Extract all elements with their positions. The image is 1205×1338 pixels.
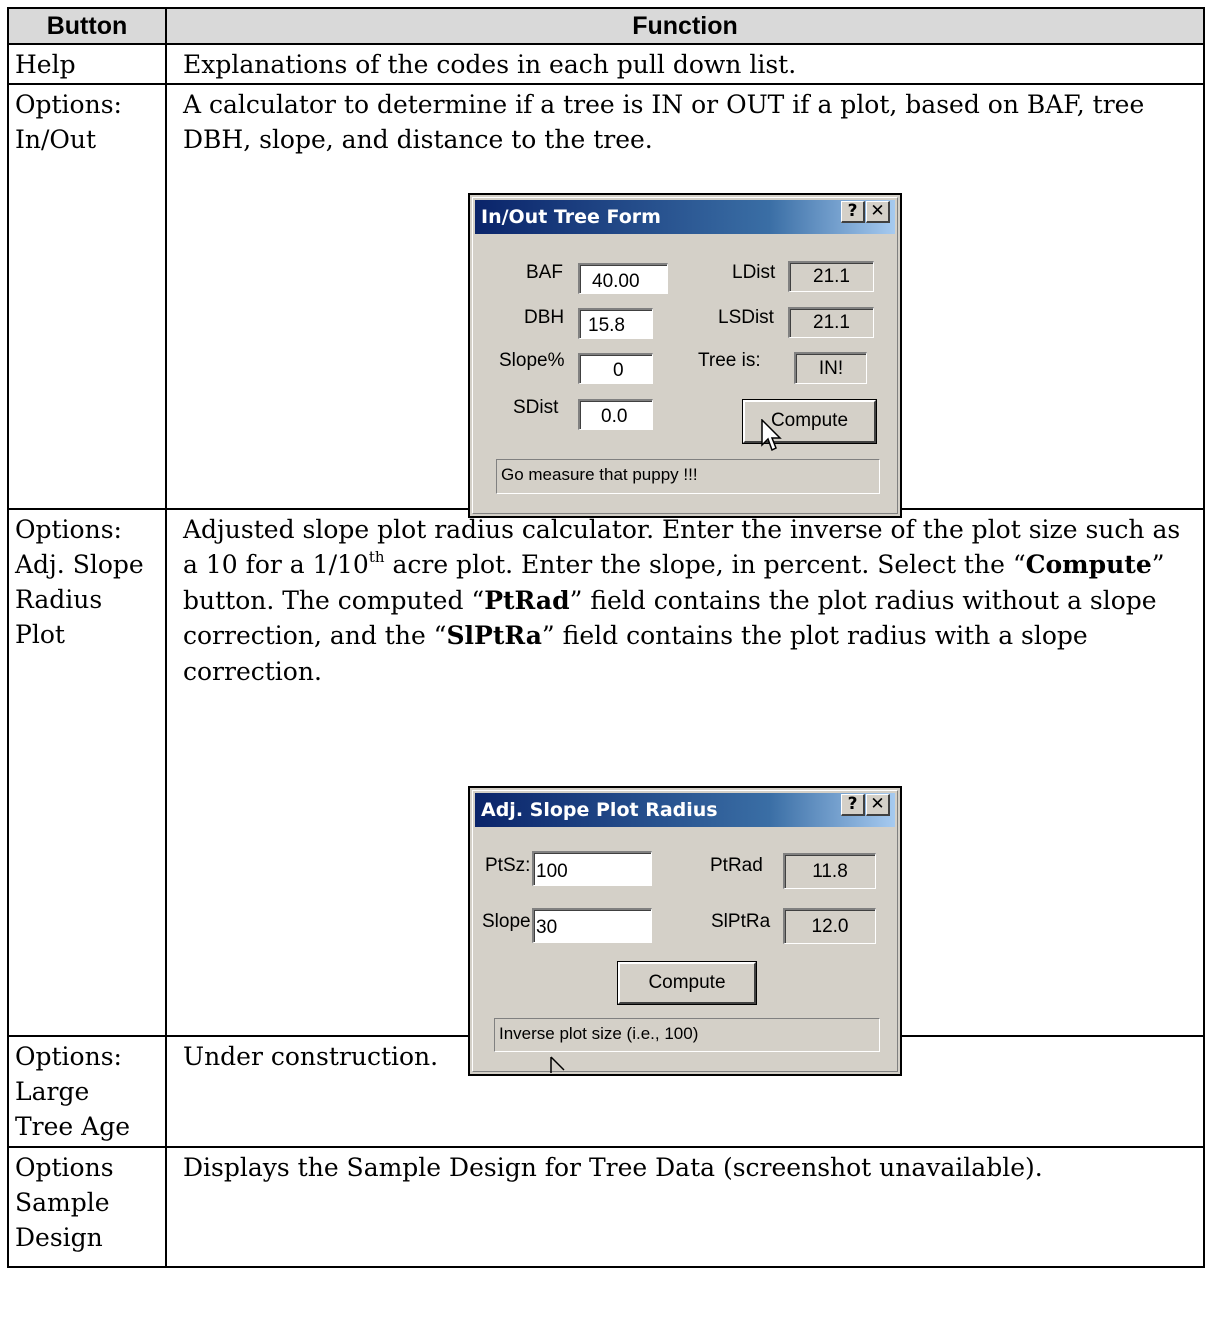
ptsz-field[interactable]: 100 bbox=[532, 851, 652, 886]
lsdist-label: LSDist bbox=[718, 307, 774, 328]
dialog-title-bar: In/Out Tree Form bbox=[475, 200, 895, 234]
button-cell: Options: In/Out bbox=[7, 82, 167, 510]
table-header-row: Button Function bbox=[7, 7, 1205, 45]
ldist-value: 21.1 bbox=[788, 261, 874, 292]
button-cell: Options Sample Design bbox=[7, 1145, 167, 1268]
adj-slope-plot-radius-dialog: Adj. Slope Plot Radius ? ✕ PtSz: 100 Slo… bbox=[468, 786, 902, 1076]
table-row: Help Explanations of the codes in each p… bbox=[7, 43, 1205, 85]
close-icon[interactable]: ✕ bbox=[866, 794, 890, 816]
close-icon[interactable]: ✕ bbox=[866, 201, 890, 223]
function-cell: Displays the Sample Design for Tree Data… bbox=[165, 1145, 1205, 1268]
slptra-value: 12.0 bbox=[783, 908, 876, 944]
help-icon[interactable]: ? bbox=[841, 201, 865, 223]
dialog-title: Adj. Slope Plot Radius bbox=[481, 799, 718, 821]
button-cell: Options: Large Tree Age bbox=[7, 1034, 167, 1148]
lsdist-value: 21.1 bbox=[788, 307, 874, 338]
function-cell: Explanations of the codes in each pull d… bbox=[165, 43, 1205, 85]
button-name-line: Design bbox=[15, 1222, 103, 1252]
sdist-field[interactable]: 0.0 bbox=[578, 399, 653, 430]
function-text: Adjusted slope plot radius calculator. E… bbox=[183, 514, 1181, 686]
table-row: Options Sample Design Displays the Sampl… bbox=[7, 1145, 1205, 1268]
slope-percent-label: Slope% bbox=[499, 350, 565, 371]
button-name-line: In/Out bbox=[15, 124, 97, 154]
compute-button[interactable]: Compute bbox=[618, 962, 756, 1004]
status-bar: Inverse plot size (i.e., 100) bbox=[494, 1018, 880, 1052]
help-icon[interactable]: ? bbox=[841, 794, 865, 816]
status-bar: Go measure that puppy !!! bbox=[496, 459, 880, 494]
button-name-line: Options bbox=[15, 1152, 114, 1182]
header-function: Function bbox=[165, 7, 1205, 45]
ldist-label: LDist bbox=[732, 262, 776, 283]
dbh-field[interactable]: 15.8 bbox=[578, 308, 653, 339]
mouse-cursor-icon bbox=[761, 419, 782, 452]
button-name-line: Radius bbox=[15, 584, 103, 614]
button-name-line: Options: bbox=[15, 89, 122, 119]
slope-percent-field[interactable]: 0 bbox=[578, 353, 653, 384]
tree-is-label: Tree is: bbox=[698, 350, 761, 371]
button-cell: Help bbox=[7, 43, 167, 85]
sdist-label: SDist bbox=[513, 397, 559, 418]
button-name-line: Plot bbox=[15, 619, 65, 649]
button-name-line: Options: bbox=[15, 1041, 122, 1071]
function-text: A calculator to determine if a tree is I… bbox=[183, 89, 1145, 155]
tree-is-value: IN! bbox=[794, 352, 867, 384]
header-button: Button bbox=[7, 7, 167, 45]
button-name-line: Tree Age bbox=[15, 1111, 131, 1141]
baf-label: BAF bbox=[526, 262, 563, 283]
slptra-label: SlPtRa bbox=[711, 911, 771, 932]
button-name-line: Adj. Slope bbox=[15, 549, 144, 579]
button-name-line: Large bbox=[15, 1076, 90, 1106]
button-name-line: Sample bbox=[15, 1187, 110, 1217]
dbh-label: DBH bbox=[524, 307, 565, 328]
mouse-cursor-icon bbox=[550, 1056, 565, 1073]
button-name-line: Help bbox=[15, 50, 76, 79]
button-name-line: Options: bbox=[15, 514, 122, 544]
ptrad-label: PtRad bbox=[710, 855, 763, 876]
ptsz-label: PtSz: bbox=[485, 855, 531, 876]
ptrad-value: 11.8 bbox=[783, 853, 876, 889]
slope-label: Slope: bbox=[482, 911, 536, 932]
inout-tree-form-dialog: In/Out Tree Form ? ✕ BAF 40.00 DBH 15.8 … bbox=[468, 193, 902, 518]
dialog-title: In/Out Tree Form bbox=[481, 206, 661, 228]
baf-field[interactable]: 40.00 bbox=[578, 263, 668, 294]
slope-field[interactable]: 30 bbox=[532, 908, 652, 943]
button-cell: Options: Adj. Slope Radius Plot bbox=[7, 507, 167, 1037]
dialog-title-bar: Adj. Slope Plot Radius bbox=[475, 793, 895, 827]
